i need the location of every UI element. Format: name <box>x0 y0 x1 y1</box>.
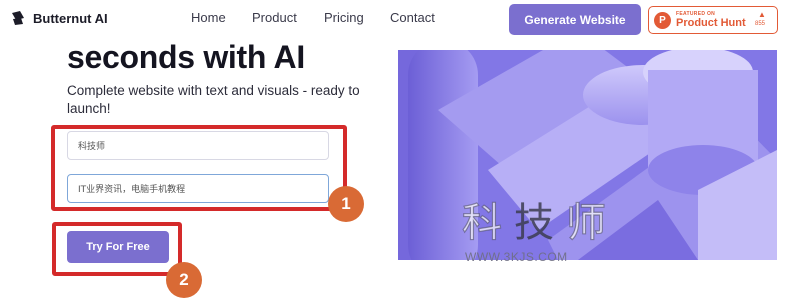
watermark: 科 技 师 WWW.3KJS.COM <box>456 193 616 273</box>
upvote-arrow-icon: ▲ <box>758 10 766 19</box>
nav-product[interactable]: Product <box>252 10 297 25</box>
nav-home[interactable]: Home <box>191 10 226 25</box>
step-badge-1: 1 <box>328 186 364 222</box>
watermark-char: 技 <box>514 200 554 246</box>
highlight-box-try-button <box>52 222 182 276</box>
watermark-char: 师 <box>565 199 606 246</box>
generate-website-button[interactable]: Generate Website <box>509 4 641 35</box>
step-badge-2: 2 <box>166 262 202 298</box>
product-hunt-name: Product Hunt <box>676 17 746 29</box>
nav-pricing[interactable]: Pricing <box>324 10 364 25</box>
highlight-box-inputs <box>51 125 347 211</box>
hero-title: seconds with AI <box>67 39 305 75</box>
watermark-url: WWW.3KJS.COM <box>465 250 568 264</box>
upvote-count: 855 <box>755 21 766 27</box>
product-hunt-badge[interactable]: P FEATURED ON Product Hunt ▲ 855 <box>648 6 778 34</box>
hero-subtitle: Complete website with text and visuals -… <box>67 83 360 116</box>
nav-contact[interactable]: Contact <box>390 10 435 25</box>
watermark-char: 科 <box>461 199 502 246</box>
watermark-chars: 科 技 师 <box>456 193 612 246</box>
product-hunt-icon: P <box>654 12 671 29</box>
